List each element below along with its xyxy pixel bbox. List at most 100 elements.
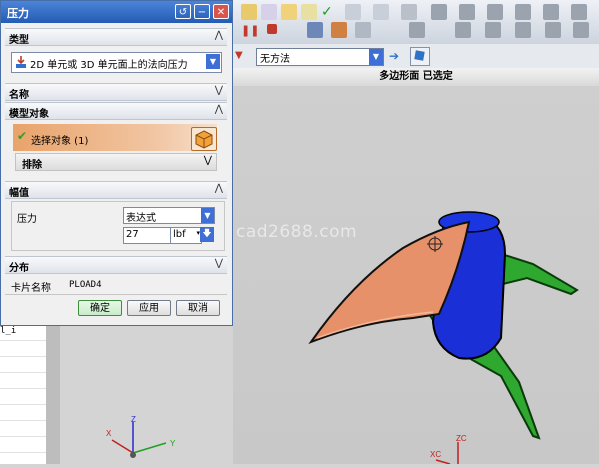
apply-button[interactable]: 应用 xyxy=(127,300,171,316)
list-item[interactable] xyxy=(0,341,46,357)
list-item[interactable] xyxy=(0,421,46,437)
section-magnitude-label: 幅值 xyxy=(9,188,29,199)
box-icon[interactable] xyxy=(301,4,317,20)
axis-x-label: X xyxy=(106,429,112,438)
dialog-title: 压力 xyxy=(7,7,29,20)
axis-y-label: Y xyxy=(170,439,176,448)
tool-icon[interactable] xyxy=(485,22,501,38)
panel-scrollbar[interactable] xyxy=(46,325,60,464)
axis-zc-label: ZC xyxy=(456,434,467,443)
force-icon[interactable] xyxy=(307,22,323,38)
arrow-right-icon[interactable]: ➔ xyxy=(389,49,399,63)
tool-icon[interactable] xyxy=(459,4,475,20)
section-name-label: 名称 xyxy=(9,90,29,101)
tool-icon[interactable] xyxy=(543,4,559,20)
reset-icon[interactable]: ↺ xyxy=(175,4,191,19)
wcs-triad: ZC XC xyxy=(430,434,467,464)
select-object-label: 选择对象 (1) xyxy=(31,136,89,147)
folder-icon[interactable] xyxy=(241,4,257,20)
status-line: 多边形面 已选定 xyxy=(233,68,599,87)
list-item[interactable]: l_i xyxy=(0,325,46,341)
shapes-icon[interactable] xyxy=(281,4,297,20)
main-toolbar: ✓ ❚❚ xyxy=(233,0,599,45)
section-model-object-label: 模型对象 xyxy=(9,109,49,120)
section-type[interactable]: 类型 ⋀ xyxy=(5,28,227,46)
unit-dropdown[interactable]: lbf ▾ xyxy=(170,227,202,244)
chevron-down-icon[interactable]: ⋁ xyxy=(204,155,212,166)
exclude-group[interactable]: 排除 ⋁ xyxy=(15,153,217,171)
pressure-label: 压力 xyxy=(17,214,37,225)
type-dropdown[interactable]: 2D 单元或 3D 单元面上的法向压力 ▼ xyxy=(11,52,222,73)
list-item[interactable] xyxy=(0,437,46,453)
unit-value: lbf xyxy=(173,229,186,240)
select-cube-icon[interactable] xyxy=(410,47,430,66)
stop-icon[interactable] xyxy=(267,24,277,34)
pressure-dialog: 压力 ↺ − ✕ 类型 ⋀ 2D 单元或 3D 单元面上的法向压力 ▼ 名称 ⋁… xyxy=(0,0,233,326)
pressure-value-input[interactable]: 27 xyxy=(123,227,171,244)
list-item[interactable] xyxy=(0,389,46,405)
constraint-icon[interactable] xyxy=(355,22,371,38)
list-item[interactable] xyxy=(0,373,46,389)
chevron-up-icon[interactable]: ⋀ xyxy=(215,183,223,194)
select-object-row[interactable]: ✔ 选择对象 (1) xyxy=(13,124,217,151)
chevron-up-icon[interactable]: ⋀ xyxy=(215,30,223,41)
expression-dropdown[interactable]: 表达式 ▼ xyxy=(123,207,215,224)
watermark: cad2688.com xyxy=(236,222,358,242)
tool-icon[interactable] xyxy=(409,22,425,38)
arrow-down-icon: 🡇 xyxy=(202,229,212,239)
dialog-title-bar[interactable]: 压力 ↺ − ✕ xyxy=(1,1,232,23)
section-type-label: 类型 xyxy=(9,35,29,46)
section-distribution-label: 分布 xyxy=(9,263,29,274)
section-distribution[interactable]: 分布 ⋁ xyxy=(5,256,227,274)
close-icon[interactable]: ✕ xyxy=(213,4,229,19)
doc-icon[interactable] xyxy=(373,4,389,20)
part-model[interactable] xyxy=(233,86,599,464)
cube-icon xyxy=(414,50,425,61)
tool-icon[interactable] xyxy=(571,4,587,20)
tool-icon[interactable] xyxy=(431,4,447,20)
tool-icon[interactable] xyxy=(515,22,531,38)
load-icon[interactable] xyxy=(331,22,347,38)
check-icon: ✔ xyxy=(17,129,28,143)
menu-marker-icon: ▼ xyxy=(235,50,243,61)
tool-icon[interactable] xyxy=(487,4,503,20)
chevron-down-icon[interactable]: ⋁ xyxy=(215,85,223,96)
chevron-down-icon[interactable]: ▼ xyxy=(201,208,214,223)
graphics-window[interactable] xyxy=(233,86,599,464)
value-options-button[interactable]: 🡇 xyxy=(200,227,214,242)
axis-z-label: Z xyxy=(131,415,136,424)
list-item[interactable] xyxy=(0,357,46,373)
list-item[interactable] xyxy=(0,405,46,421)
pause-icon[interactable]: ❚❚ xyxy=(241,24,259,40)
select-object-button[interactable] xyxy=(191,127,217,151)
section-name[interactable]: 名称 ⋁ xyxy=(5,83,227,101)
card-name-label: 卡片名称 xyxy=(11,283,51,294)
axis-xc-label: XC xyxy=(430,450,441,459)
sheet-icon[interactable] xyxy=(345,4,361,20)
pressure-arrow-icon xyxy=(16,56,26,68)
section-magnitude[interactable]: 幅值 ⋀ xyxy=(5,181,227,199)
ok-button[interactable]: 确定 xyxy=(78,300,122,316)
tool-icon[interactable] xyxy=(515,4,531,20)
tool-icon[interactable] xyxy=(573,22,589,38)
tool-icon[interactable] xyxy=(261,4,277,20)
expression-value: 表达式 xyxy=(126,213,156,224)
type-value: 2D 单元或 3D 单元面上的法向压力 xyxy=(30,60,188,71)
selection-filter-dropdown[interactable]: 无方法 ▼ xyxy=(256,48,384,66)
navigator-list: l_i xyxy=(0,325,49,464)
mesh-icon[interactable] xyxy=(401,4,417,20)
pressure-value: 27 xyxy=(126,229,139,240)
chevron-down-icon[interactable]: ⋁ xyxy=(215,258,223,269)
section-model-object[interactable]: 模型对象 ⋀ xyxy=(5,102,227,120)
cancel-button[interactable]: 取消 xyxy=(176,300,220,316)
divider xyxy=(5,294,227,295)
selection-filter-value: 无方法 xyxy=(260,54,290,65)
check-icon[interactable]: ✓ xyxy=(321,4,337,20)
chevron-up-icon[interactable]: ⋀ xyxy=(215,104,223,115)
chevron-down-icon[interactable]: ▼ xyxy=(369,49,383,65)
tool-icon[interactable] xyxy=(545,22,561,38)
tool-icon[interactable] xyxy=(455,22,471,38)
chevron-down-icon[interactable]: ▼ xyxy=(206,54,220,69)
minimize-icon[interactable]: − xyxy=(194,4,210,19)
list-item-label: l_i xyxy=(0,326,17,336)
